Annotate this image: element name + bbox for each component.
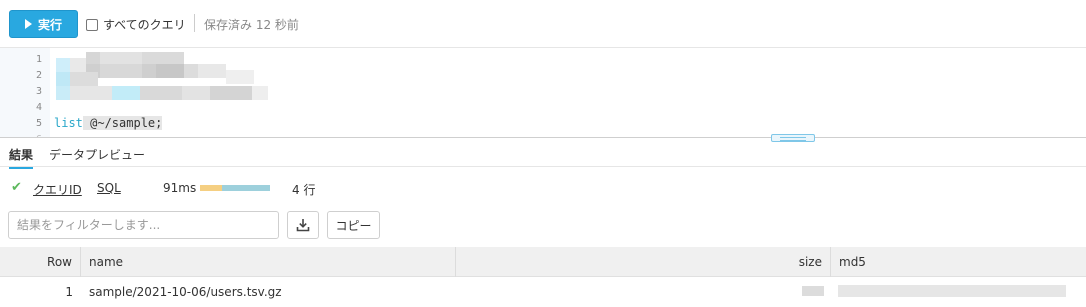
line-number: 3 [35, 86, 42, 97]
row-count: 4 行 [292, 183, 316, 197]
all-queries-toggle[interactable]: すべてのクエリ [86, 16, 186, 33]
line-number-partial: 6 [0, 134, 42, 137]
table-row[interactable]: 1 sample/2021-10-06/users.tsv.gz [0, 277, 1086, 304]
cell-md5-redacted [838, 285, 1066, 297]
download-button[interactable] [287, 211, 319, 239]
cell-size-redacted [802, 286, 824, 296]
table-header: Row name size md5 [0, 247, 1086, 277]
column-header-size[interactable]: size [456, 247, 831, 277]
sql-editor[interactable]: 1 2 3 4 5 6 list @~/sample; [0, 48, 1086, 138]
line-number: 5 [35, 118, 42, 129]
tab-data-preview[interactable]: データプレビュー [49, 146, 145, 163]
query-duration: 91ms [163, 181, 197, 195]
duration-bar-compile [200, 185, 223, 191]
cell-name: sample/2021-10-06/users.tsv.gz [89, 285, 282, 299]
run-button-label: 実行 [37, 17, 62, 32]
download-icon [296, 219, 310, 232]
play-icon [24, 19, 32, 29]
toolbar-divider [194, 14, 195, 32]
code-text: @~/sample; [82, 116, 163, 130]
copy-button[interactable]: コピー [327, 211, 380, 239]
line-number: 1 [35, 54, 42, 65]
duration-bar[interactable] [200, 185, 270, 191]
query-id-link[interactable]: クエリID [33, 181, 82, 198]
column-header-row[interactable]: Row [0, 247, 81, 277]
code-keyword: list [54, 116, 83, 130]
toolbar: 実行 すべてのクエリ 保存済み 12 秒前 [0, 0, 1086, 48]
run-button[interactable]: 実行 [9, 10, 78, 38]
result-filter-input[interactable] [8, 211, 279, 239]
sql-link[interactable]: SQL [97, 181, 121, 195]
column-header-name[interactable]: name [81, 247, 456, 277]
line-number: 4 [35, 102, 42, 113]
code-line-5[interactable]: list @~/sample; [54, 116, 163, 130]
column-header-md5[interactable]: md5 [831, 247, 1086, 277]
all-queries-checkbox[interactable] [86, 18, 98, 31]
all-queries-label: すべてのクエリ [103, 18, 186, 32]
line-number-gutter: 1 2 3 4 5 6 [0, 48, 50, 137]
saved-status: 保存済み 12 秒前 [204, 18, 299, 32]
cell-row: 1 [65, 285, 73, 299]
result-meta: ✔ クエリID SQL 91ms 4 行 [0, 178, 1086, 198]
tab-results[interactable]: 結果 [9, 146, 34, 169]
result-tabs: 結果 データプレビュー [0, 139, 1086, 169]
success-check-icon: ✔ [11, 180, 22, 195]
line-number: 2 [35, 70, 42, 81]
